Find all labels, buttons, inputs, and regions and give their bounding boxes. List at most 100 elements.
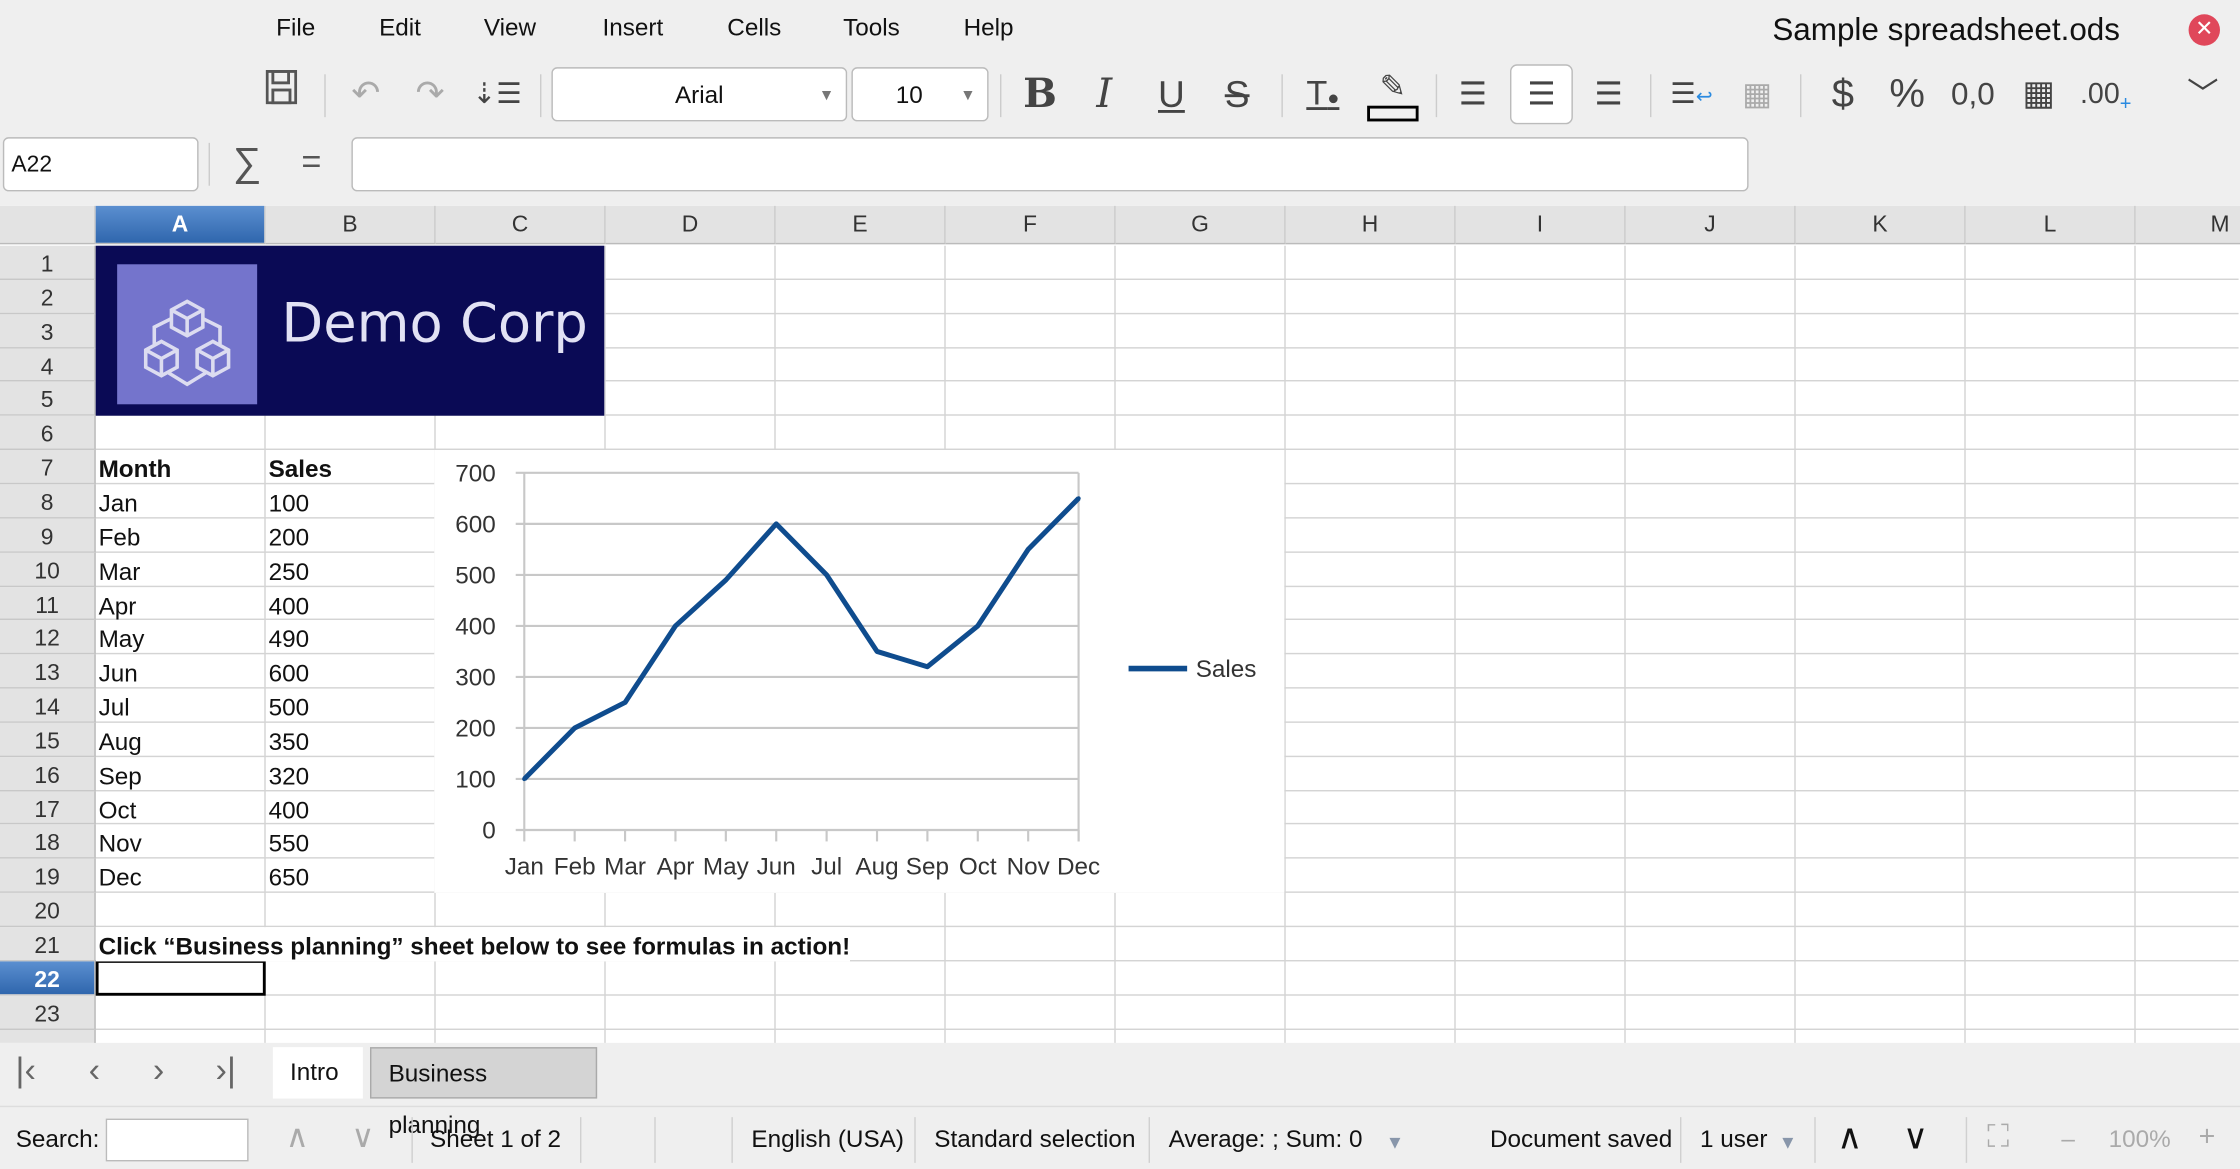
- month-cell[interactable]: Aug: [96, 723, 142, 757]
- row-header-13[interactable]: 13: [0, 654, 96, 689]
- sales-cell[interactable]: 350: [266, 723, 310, 757]
- next-sheet-icon[interactable]: ›: [153, 1051, 164, 1091]
- redo-icon[interactable]: ↷: [411, 69, 448, 120]
- row-header-12[interactable]: 12: [0, 619, 96, 655]
- month-cell[interactable]: Nov: [96, 824, 142, 858]
- selected-cell-a22[interactable]: [95, 959, 266, 996]
- sales-cell[interactable]: 200: [266, 519, 310, 553]
- sales-cell[interactable]: 250: [266, 553, 310, 587]
- month-cell[interactable]: Oct: [96, 791, 137, 825]
- search-up-icon[interactable]: ∧: [286, 1119, 309, 1156]
- row-header-11[interactable]: 11: [0, 587, 96, 620]
- column-header-i[interactable]: I: [1455, 205, 1626, 245]
- column-header-m[interactable]: M: [2135, 205, 2240, 245]
- column-header-l[interactable]: L: [1965, 205, 2136, 245]
- highlight-color-icon[interactable]: ✎: [1367, 69, 1419, 122]
- search-down-icon[interactable]: ∨: [351, 1119, 374, 1156]
- font-name-select[interactable]: Arial ▼: [551, 67, 848, 122]
- bold-icon[interactable]: B: [1021, 69, 1058, 120]
- month-cell[interactable]: Mar: [96, 553, 141, 587]
- menu-edit[interactable]: Edit: [379, 14, 421, 43]
- sales-chart[interactable]: 0 100 200 300 400 500 600 700 Jan Feb Mar Apr May Jun…: [434, 449, 1285, 893]
- zoom-level[interactable]: 100%: [2109, 1126, 2171, 1155]
- row-header-7[interactable]: 7: [0, 449, 96, 485]
- row-header-18[interactable]: 18: [0, 824, 96, 859]
- row-header-5[interactable]: 5: [0, 381, 96, 416]
- tab-intro[interactable]: Intro: [272, 1047, 363, 1099]
- sales-cell[interactable]: 550: [266, 824, 310, 858]
- column-header-g[interactable]: G: [1115, 205, 1286, 245]
- menu-cells[interactable]: Cells: [727, 14, 781, 43]
- users-dropdown-icon[interactable]: ▼: [1779, 1131, 1797, 1152]
- column-header-j[interactable]: J: [1625, 205, 1796, 245]
- menu-view[interactable]: View: [484, 14, 536, 43]
- column-header-k[interactable]: K: [1795, 205, 1966, 245]
- sales-cell[interactable]: 320: [266, 757, 310, 791]
- table-header-month[interactable]: Month: [96, 450, 172, 484]
- table-header-sales[interactable]: Sales: [266, 450, 332, 484]
- row-header-19[interactable]: 19: [0, 858, 96, 893]
- month-cell[interactable]: Jun: [96, 654, 138, 688]
- merge-cells-icon[interactable]: ▦: [1739, 69, 1776, 120]
- month-cell[interactable]: Feb: [96, 519, 141, 553]
- column-header-d[interactable]: D: [605, 205, 776, 245]
- align-left-icon[interactable]: ☰: [1454, 69, 1491, 120]
- row-header-10[interactable]: 10: [0, 552, 96, 588]
- tab-business-planning[interactable]: Business planning: [369, 1047, 598, 1139]
- align-right-icon[interactable]: ☰: [1590, 69, 1627, 120]
- chevron-down-icon[interactable]: ﹀: [2184, 69, 2221, 120]
- align-center-icon[interactable]: ☰: [1509, 64, 1573, 125]
- close-icon[interactable]: ✕: [2188, 14, 2220, 46]
- row-header-9[interactable]: 9: [0, 518, 96, 553]
- sales-cell[interactable]: 650: [266, 859, 310, 893]
- undo-icon[interactable]: ↶: [347, 69, 384, 120]
- month-cell[interactable]: Jul: [96, 689, 130, 723]
- row-header-8[interactable]: 8: [0, 484, 96, 519]
- month-cell[interactable]: Dec: [96, 859, 142, 893]
- add-decimal-icon[interactable]: .00+: [2080, 69, 2131, 120]
- strikethrough-icon[interactable]: S: [1219, 69, 1256, 120]
- menu-insert[interactable]: Insert: [602, 14, 663, 43]
- sales-cell[interactable]: 100: [266, 484, 310, 518]
- font-size-select[interactable]: 10 ▼: [851, 67, 989, 122]
- menu-tools[interactable]: Tools: [843, 14, 900, 43]
- previous-sheet-icon[interactable]: ‹: [89, 1051, 100, 1091]
- first-sheet-icon[interactable]: |‹: [16, 1051, 36, 1091]
- corner-header[interactable]: [0, 205, 96, 245]
- row-header-21[interactable]: 21: [0, 927, 96, 962]
- sales-cell[interactable]: 600: [266, 654, 310, 688]
- sheet-grid[interactable]: A B C D E F G H I J K L M 1 2 3 4 5 6 7 8 9 10 11 12 13 14 15 16 17 18…: [0, 205, 2240, 1043]
- summary-dropdown-icon[interactable]: ▼: [1386, 1131, 1404, 1152]
- sales-cell[interactable]: 400: [266, 791, 310, 825]
- sum-icon[interactable]: ∑: [233, 140, 262, 186]
- font-color-icon[interactable]: T●: [1304, 69, 1341, 120]
- row-header-24[interactable]: [0, 1029, 96, 1043]
- row-header-14[interactable]: 14: [0, 688, 96, 723]
- language-status[interactable]: English (USA): [751, 1126, 904, 1155]
- italic-icon[interactable]: I: [1086, 69, 1123, 120]
- last-sheet-icon[interactable]: ›|: [216, 1051, 236, 1091]
- currency-icon[interactable]: $: [1824, 69, 1861, 120]
- month-cell[interactable]: May: [96, 620, 145, 654]
- column-header-e[interactable]: E: [775, 205, 946, 245]
- instruction-note[interactable]: Click “Business planning” sheet below to…: [95, 927, 851, 962]
- menu-help[interactable]: Help: [964, 14, 1014, 43]
- column-header-c[interactable]: C: [435, 205, 606, 245]
- sales-cell[interactable]: 400: [266, 587, 310, 621]
- search-input[interactable]: [105, 1118, 249, 1162]
- month-cell[interactable]: Apr: [96, 587, 137, 621]
- sales-cell[interactable]: 490: [266, 620, 310, 654]
- scroll-up-icon[interactable]: ∧: [1837, 1117, 1862, 1158]
- row-header-4[interactable]: 4: [0, 348, 96, 382]
- column-header-h[interactable]: H: [1285, 205, 1456, 245]
- row-header-23[interactable]: 23: [0, 995, 96, 1030]
- row-header-16[interactable]: 16: [0, 757, 96, 792]
- save-icon[interactable]: [263, 69, 300, 120]
- users-status[interactable]: 1 user: [1700, 1126, 1768, 1155]
- zoom-in-icon[interactable]: +: [2199, 1121, 2216, 1154]
- sort-icon[interactable]: ⇣☰: [472, 69, 522, 120]
- name-box[interactable]: A22: [2, 137, 199, 192]
- formula-input[interactable]: [351, 137, 1749, 192]
- row-header-17[interactable]: 17: [0, 791, 96, 825]
- wrap-text-icon[interactable]: ☰↩: [1670, 69, 1712, 120]
